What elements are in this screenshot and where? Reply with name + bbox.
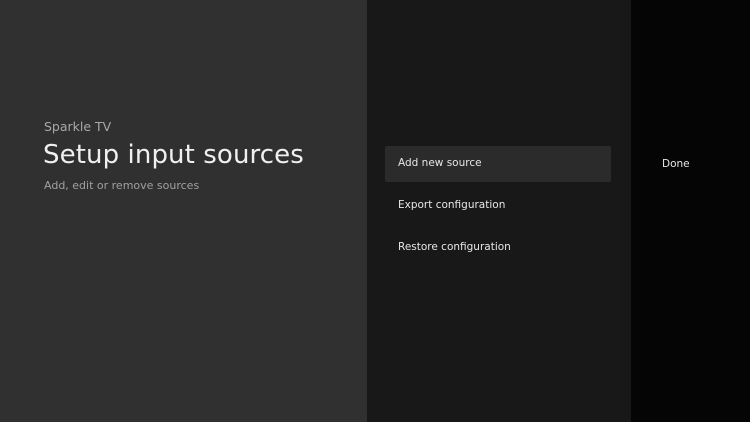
setup-screen: Sparkle TV Setup input sources Add, edit… (0, 0, 750, 422)
export-configuration-label: Export configuration (398, 199, 506, 211)
breadcrumb: Sparkle TV (44, 119, 112, 134)
page-description: Add, edit or remove sources (44, 179, 200, 192)
export-configuration-button[interactable]: Export configuration (385, 188, 611, 224)
done-label: Done (662, 158, 690, 170)
add-new-source-label: Add new source (398, 157, 482, 169)
add-new-source-button[interactable]: Add new source (385, 146, 611, 182)
done-button[interactable]: Done (662, 146, 722, 182)
page-title: Setup input sources (43, 140, 304, 170)
side-actions-panel: Done (631, 0, 750, 422)
actions-list: Add new source Export configuration Rest… (367, 0, 631, 422)
restore-configuration-label: Restore configuration (398, 241, 511, 253)
restore-configuration-button[interactable]: Restore configuration (385, 230, 611, 266)
guidance-panel: Sparkle TV Setup input sources Add, edit… (0, 0, 367, 422)
